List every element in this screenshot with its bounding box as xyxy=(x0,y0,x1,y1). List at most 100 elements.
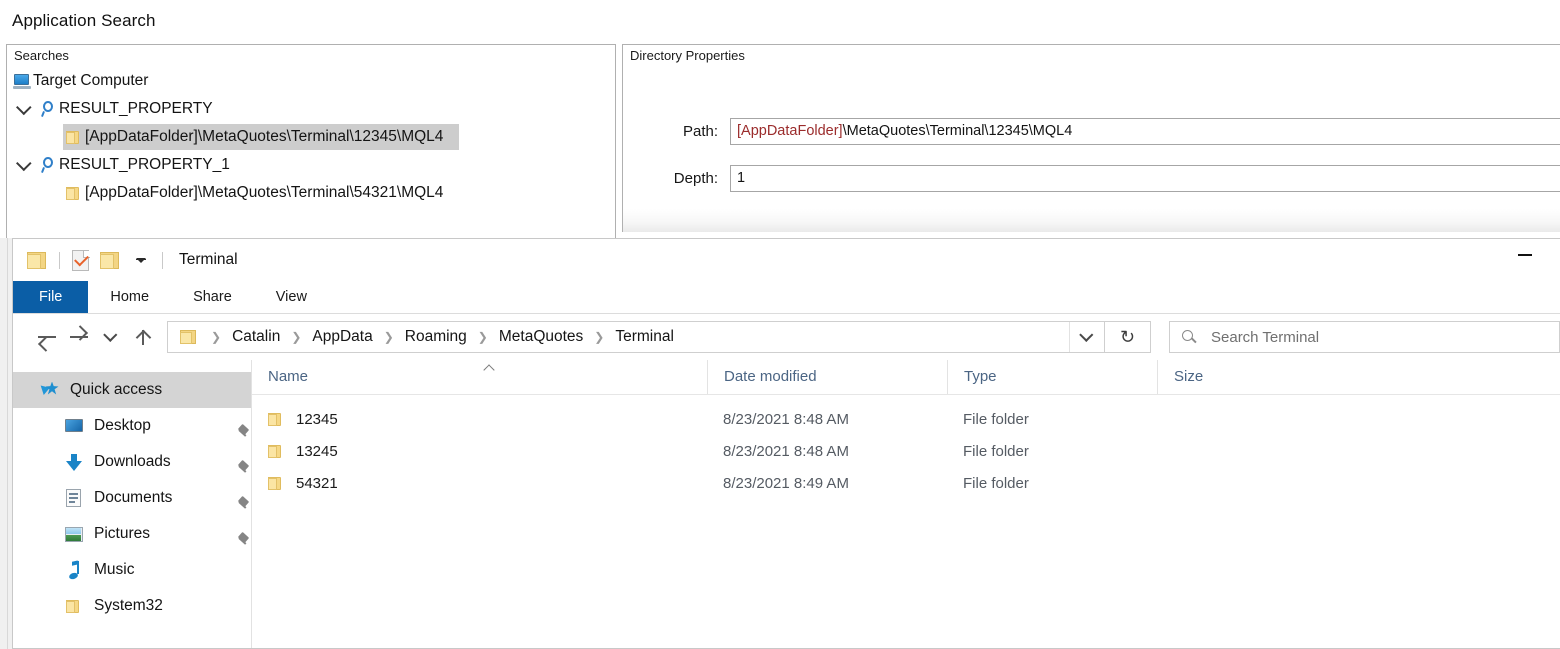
tab-file[interactable]: File xyxy=(13,281,89,313)
sidebar-item-icon-slot xyxy=(63,560,85,581)
cell-date-modified: 8/23/2021 8:49 AM xyxy=(723,474,849,492)
table-row[interactable]: 12345 8/23/2021 8:48 AM File folder xyxy=(252,403,1560,435)
path-label: Path: xyxy=(682,123,718,140)
breadcrumb-item-metaquotes[interactable]: MetaQuotes xyxy=(497,328,585,346)
column-header-date-modified[interactable]: Date modified xyxy=(707,360,947,394)
breadcrumb-separator-icon: ❯ xyxy=(383,330,394,344)
application-search-window: Application Search Searches Directory Pr… xyxy=(0,0,1560,240)
address-dropdown-button[interactable] xyxy=(1069,322,1104,352)
folder-icon xyxy=(268,476,284,491)
breadcrumb-separator-icon: ❯ xyxy=(291,330,302,344)
sidebar-item-pictures[interactable]: Pictures xyxy=(13,516,251,552)
ribbon-tabs[interactable]: File Home Share View xyxy=(13,281,1560,314)
folder-icon xyxy=(268,412,284,427)
breadcrumb-item-terminal[interactable]: Terminal xyxy=(613,328,676,346)
sidebar-item-downloads[interactable]: Downloads xyxy=(13,444,251,480)
breadcrumb-item-appdata[interactable]: AppData xyxy=(310,328,374,346)
tab-label: Home xyxy=(110,289,150,305)
address-bar[interactable]: ❯ Catalin ❯ AppData ❯ Roaming ❯ MetaQuotes ❯ Term… xyxy=(167,321,1105,353)
back-button[interactable] xyxy=(31,321,63,353)
tab-view[interactable]: View xyxy=(254,281,329,313)
sidebar-item-music[interactable]: Music xyxy=(13,552,251,588)
tab-home[interactable]: Home xyxy=(88,281,171,313)
cell-type: File folder xyxy=(963,474,1029,492)
sidebar-item-icon-slot xyxy=(63,419,85,433)
refresh-button[interactable]: ↻ xyxy=(1105,321,1151,353)
depth-input[interactable]: 1 xyxy=(730,165,1560,192)
tab-label: Share xyxy=(193,289,232,305)
tree-item-label: [AppDataFolder]\MetaQuotes\Terminal\1234… xyxy=(85,128,444,145)
column-header-type[interactable]: Type xyxy=(947,360,1157,394)
depth-field-row: Depth: 1 xyxy=(652,165,1560,192)
desktop-icon xyxy=(65,419,83,433)
column-header-name[interactable]: Name xyxy=(252,360,707,394)
search-tree[interactable]: Target Computer RESULT_PROPERTY [AppDataFo… xyxy=(7,67,615,207)
customize-qat-button[interactable] xyxy=(126,245,156,275)
expand-toggle[interactable] xyxy=(11,155,37,171)
sidebar-item-system32[interactable]: System32 xyxy=(13,588,251,624)
tree-item-label: RESULT_PROPERTY_1 xyxy=(59,156,230,173)
breadcrumb-folder-icon xyxy=(176,324,202,350)
magnifier-icon xyxy=(40,101,56,118)
sidebar-item-label: Music xyxy=(94,561,135,578)
sidebar-item-desktop[interactable]: Desktop xyxy=(13,408,251,444)
search-icon xyxy=(1182,329,1197,345)
search-placeholder: Search Terminal xyxy=(1211,328,1320,346)
file-rows[interactable]: 12345 8/23/2021 8:48 AM File folder 13245 8/… xyxy=(252,395,1560,499)
properties-button[interactable] xyxy=(66,245,96,275)
sidebar-item-label: Downloads xyxy=(94,453,171,470)
column-header-label: Type xyxy=(964,368,997,385)
arrow-right-icon xyxy=(69,329,89,345)
minimize-button[interactable] xyxy=(1502,239,1548,271)
recent-locations-button[interactable] xyxy=(95,321,127,353)
chevron-down-icon xyxy=(103,327,118,342)
file-list-view[interactable]: Name Date modified Type Size 12345 8/23/2021… xyxy=(252,360,1560,648)
table-row[interactable]: 54321 8/23/2021 8:49 AM File folder xyxy=(252,467,1560,499)
sidebar-item-quick-access[interactable]: Quick access xyxy=(13,372,251,408)
search-input[interactable]: Search Terminal xyxy=(1169,321,1560,353)
up-button[interactable] xyxy=(127,321,159,353)
expand-toggle[interactable] xyxy=(11,99,37,115)
tab-label: File xyxy=(39,289,63,305)
path-field-row: Path: [AppDataFolder]\MetaQuotes\Termina… xyxy=(652,118,1560,145)
chevron-down-icon xyxy=(136,257,146,263)
chevron-down-icon xyxy=(1079,327,1094,342)
arrow-left-icon xyxy=(37,329,57,345)
path-token: [AppDataFolder] xyxy=(737,123,843,139)
breadcrumb-item-roaming[interactable]: Roaming xyxy=(403,328,469,346)
tree-item-content: RESULT_PROPERTY xyxy=(11,99,219,118)
minimize-icon xyxy=(1518,254,1532,256)
table-row[interactable]: 13245 8/23/2021 8:48 AM File folder xyxy=(252,435,1560,467)
column-headers[interactable]: Name Date modified Type Size xyxy=(252,360,1560,395)
breadcrumb[interactable]: ❯ Catalin ❯ AppData ❯ Roaming ❯ MetaQuotes ❯ Term… xyxy=(168,324,1069,350)
cell-name: 54321 xyxy=(252,475,707,492)
cell-date-modified: 8/23/2021 8:48 AM xyxy=(723,410,849,428)
tree-item-icon-slot xyxy=(63,186,85,201)
file-icon-slot xyxy=(268,412,284,427)
tree-item-path[interactable]: [AppDataFolder]\MetaQuotes\Terminal\5432… xyxy=(7,179,615,207)
tab-share[interactable]: Share xyxy=(171,281,254,313)
tree-item-path[interactable]: [AppDataFolder]\MetaQuotes\Terminal\1234… xyxy=(7,123,615,151)
tree-item-icon-slot xyxy=(37,101,59,118)
path-input[interactable]: [AppDataFolder]\MetaQuotes\Terminal\1234… xyxy=(730,118,1560,145)
tree-item-node[interactable]: Target Computer xyxy=(7,67,615,95)
chevron-down-icon xyxy=(15,155,32,171)
tree-item-node[interactable]: RESULT_PROPERTY_1 xyxy=(7,151,615,179)
tree-item-node[interactable]: RESULT_PROPERTY xyxy=(7,95,615,123)
forward-button[interactable] xyxy=(63,321,95,353)
file-icon-slot xyxy=(268,444,284,459)
column-header-size[interactable]: Size xyxy=(1157,360,1292,394)
explorer-icon xyxy=(23,245,53,275)
sidebar-item-documents[interactable]: Documents xyxy=(13,480,251,516)
screen-root: Application Search Searches Directory Pr… xyxy=(0,0,1560,649)
searches-panel-header: Searches xyxy=(6,44,616,68)
navigation-pane[interactable]: Quick access Desktop Downloads Documents Pic… xyxy=(13,360,252,648)
sidebar-item-icon-slot xyxy=(63,526,85,542)
tree-item-content: [AppDataFolder]\MetaQuotes\Terminal\5432… xyxy=(63,184,449,202)
page-title: Application Search xyxy=(12,11,156,30)
depth-label: Depth: xyxy=(673,170,718,187)
new-folder-button[interactable] xyxy=(96,245,126,275)
toolbar-divider xyxy=(59,251,60,269)
breadcrumb-item-catalin[interactable]: Catalin xyxy=(230,328,282,346)
folder-icon xyxy=(66,130,82,145)
